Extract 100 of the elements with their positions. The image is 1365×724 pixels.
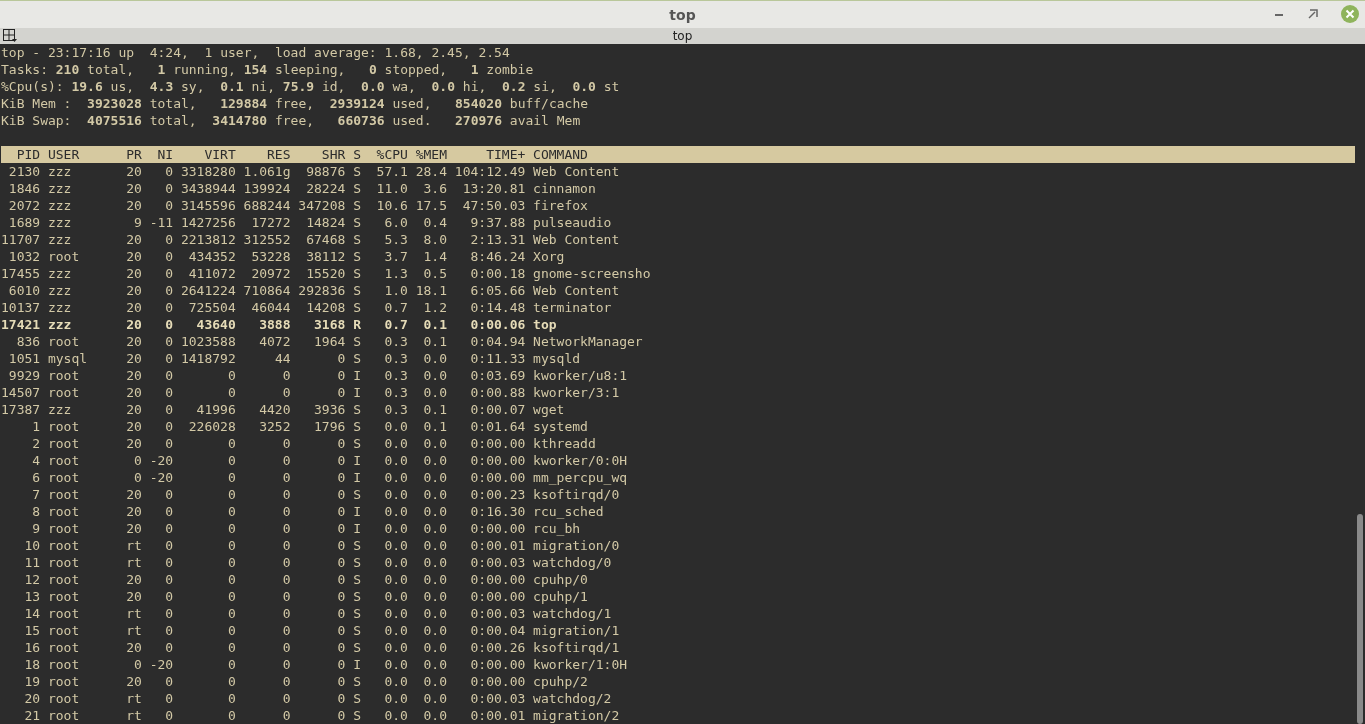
table-cell-text: 20 [125, 282, 142, 299]
table-cell-text: 0:00.03 [469, 690, 526, 707]
table-cell-text: 0 [226, 571, 236, 588]
table-cell-text: 0:00.03 [469, 605, 526, 622]
table-cell-text: zzz [47, 282, 73, 299]
table-cell-text: 15 [23, 622, 41, 639]
maximize-icon[interactable] [1307, 8, 1319, 20]
table-cell-text: 0 [281, 486, 291, 503]
table-cell-text: -20 [148, 469, 174, 486]
terminal-tab[interactable]: top [672, 29, 693, 43]
table-cell-text: 0.7 [383, 316, 408, 333]
table-cell-text: 0.1 [422, 316, 448, 333]
table-cell-text: 0.1 [422, 333, 448, 350]
table-cell-text: 0.0 [422, 350, 448, 367]
table-cell-text: 0 [164, 316, 174, 333]
table-cell-text: S [352, 537, 361, 554]
table-cell-text: 9929 [7, 367, 41, 384]
table-cell-text: 0 [281, 690, 291, 707]
table-cell-text: 98876 [305, 163, 346, 180]
table-cell-text: 0 [133, 469, 142, 486]
table-cell-text: 1 [31, 418, 41, 435]
table-cell: watchdog/0 [533, 554, 612, 571]
table-cell: 14507 [1, 384, 41, 401]
table-cell-text: 292836 [297, 282, 346, 299]
column-header: RES [266, 146, 291, 163]
table-cell-text: 0 [164, 231, 174, 248]
table-cell-text: 20 [125, 520, 142, 537]
table-cell: ksoftirqd/1 [533, 639, 620, 656]
table-cell-text: 0.0 [422, 707, 448, 724]
table-cell-text: 0 [336, 537, 346, 554]
table-cell-text: 0.0 [383, 656, 408, 673]
table-cell-text: 0 [164, 537, 174, 554]
table-cell-text: 0.0 [383, 690, 408, 707]
table-cell-text: 0 [281, 554, 291, 571]
table-cell-text: I [352, 503, 361, 520]
table-cell-text: 28.4 [414, 163, 448, 180]
summary-line: KiB Mem : 3923028 total, 129884 free, 2939124 used, 854020 buff/cache [1, 95, 590, 112]
table-cell-text: 57.1 [375, 163, 408, 180]
table-cell: mysqld [533, 350, 581, 367]
table-cell-text: 10 [23, 537, 41, 554]
table-cell-text: 20 [125, 180, 142, 197]
table-cell-text: S [352, 180, 361, 197]
table-cell: cpuhp/1 [533, 588, 588, 605]
table-cell-text: root [47, 384, 81, 401]
table-cell-text: 0 [226, 639, 236, 656]
table-cell-text: 0:00.01 [469, 707, 526, 724]
table-cell-text: rt [125, 554, 142, 571]
table-cell: Xorg [533, 248, 565, 265]
table-cell: kworker/u8:1 [533, 367, 628, 384]
table-cell: kworker/0:0H [533, 452, 628, 469]
table-cell-text: 0:00.00 [469, 469, 526, 486]
table-cell-text: S [352, 639, 361, 656]
table-cell-text: root [47, 503, 81, 520]
table-cell-text: 3168 [313, 316, 346, 333]
table-cell-text: 6.0 [383, 214, 408, 231]
table-cell-text: 1689 [7, 214, 41, 231]
table-cell-text: 3438944 [179, 180, 236, 197]
table-cell-text: 0 [164, 350, 174, 367]
table-cell-text: 14 [23, 605, 41, 622]
table-cell: migration/2 [533, 707, 620, 724]
layout-icon[interactable] [3, 29, 17, 43]
table-cell-text: 0.0 [422, 469, 448, 486]
table-cell-text: 0.0 [422, 520, 448, 537]
table-cell-text: 20 [125, 299, 142, 316]
table-cell-text: I [352, 656, 361, 673]
scrollbar-thumb[interactable] [1357, 514, 1363, 724]
table-cell-text: 0:00.01 [469, 537, 526, 554]
table-cell-text: 12 [23, 571, 41, 588]
table-cell-text: 0.1 [422, 401, 448, 418]
table-cell: kworker/3:1 [533, 384, 620, 401]
table-cell-text: zzz [47, 299, 73, 316]
column-header: PID [15, 146, 41, 163]
table-cell-text: root [47, 248, 81, 265]
table-cell-text: 0 [281, 520, 291, 537]
table-cell-text: root [47, 605, 81, 622]
table-cell-text: 0.0 [383, 554, 408, 571]
table-cell-text: 20 [125, 673, 142, 690]
table-cell-text: 0 [281, 622, 291, 639]
table-cell: cpuhp/2 [533, 673, 588, 690]
table-cell-text: 16 [23, 639, 41, 656]
table-cell-text: 2 [31, 435, 41, 452]
table-cell-text: root [47, 554, 81, 571]
table-cell-text: rt [125, 690, 142, 707]
table-cell-text: 1032 [7, 248, 41, 265]
table-cell-text: 0.0 [422, 537, 448, 554]
table-cell-text: 0 [281, 435, 291, 452]
table-cell-text: 434352 [187, 248, 236, 265]
table-cell: 17455 [1, 265, 41, 282]
table-cell-text: 0.0 [383, 537, 408, 554]
table-cell-text: 0.0 [383, 452, 408, 469]
table-cell-text: 1.2 [422, 299, 448, 316]
table-cell-text: 20 [125, 401, 142, 418]
table-cell-text: root [47, 435, 81, 452]
table-cell-text: root [47, 452, 81, 469]
table-cell-text: 0 [164, 554, 174, 571]
table-cell-text: 0 [164, 401, 174, 418]
table-cell-text: 0 [164, 418, 174, 435]
table-cell-text: S [352, 231, 361, 248]
table-cell-text: 710864 [242, 282, 291, 299]
table-cell: gnome-screensho [533, 265, 651, 282]
